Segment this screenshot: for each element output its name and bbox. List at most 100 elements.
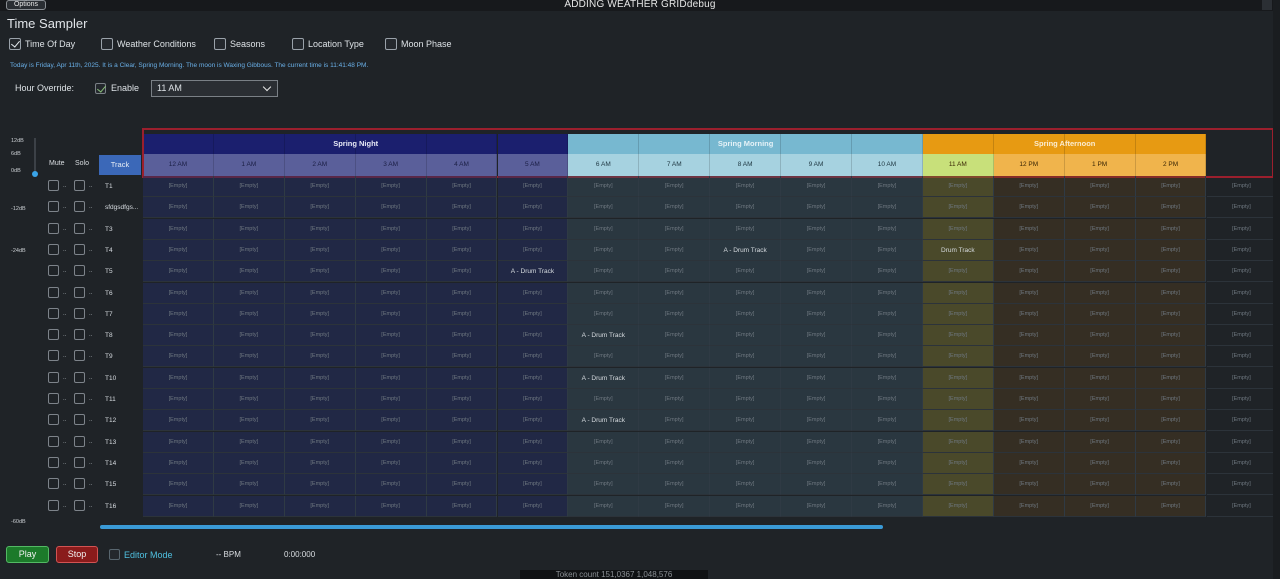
- empty-cell[interactable]: [Empty]: [497, 474, 569, 496]
- empty-cell[interactable]: [Empty]: [143, 389, 214, 410]
- empty-cell[interactable]: [Empty]: [426, 176, 498, 197]
- empty-cell[interactable]: [Empty]: [1206, 282, 1278, 304]
- empty-cell[interactable]: [Empty]: [284, 452, 356, 474]
- mute-checkbox[interactable]: [48, 350, 59, 362]
- mute-ellipsis[interactable]: ..: [63, 460, 66, 466]
- empty-cell[interactable]: [Empty]: [710, 389, 782, 410]
- empty-cell[interactable]: [Empty]: [993, 346, 1065, 368]
- empty-cell[interactable]: [Empty]: [781, 261, 852, 283]
- empty-cell[interactable]: [Empty]: [1135, 303, 1207, 325]
- solo-ellipsis[interactable]: ..: [89, 375, 92, 381]
- mute-ellipsis[interactable]: ..: [63, 226, 66, 232]
- empty-cell[interactable]: [Empty]: [639, 239, 711, 261]
- empty-cell[interactable]: [Empty]: [284, 495, 356, 517]
- empty-cell[interactable]: [Empty]: [1135, 431, 1207, 453]
- empty-cell[interactable]: [Empty]: [143, 495, 214, 517]
- empty-cell[interactable]: [Empty]: [355, 218, 427, 240]
- horizontal-scrollbar[interactable]: [100, 525, 883, 529]
- empty-cell[interactable]: [Empty]: [639, 261, 711, 283]
- empty-cell[interactable]: [Empty]: [497, 495, 569, 517]
- empty-cell[interactable]: [Empty]: [213, 367, 285, 389]
- empty-cell[interactable]: [Empty]: [568, 282, 640, 304]
- empty-cell[interactable]: [Empty]: [710, 431, 782, 453]
- empty-cell[interactable]: [Empty]: [213, 325, 285, 347]
- empty-cell[interactable]: [Empty]: [852, 197, 923, 219]
- empty-cell[interactable]: [Empty]: [497, 282, 569, 304]
- solo-checkbox[interactable]: [74, 350, 85, 362]
- empty-cell[interactable]: [Empty]: [781, 197, 852, 219]
- empty-cell[interactable]: [Empty]: [710, 197, 782, 219]
- track-name[interactable]: T4: [105, 247, 113, 254]
- empty-cell[interactable]: [Empty]: [568, 431, 640, 453]
- mute-ellipsis[interactable]: ..: [63, 353, 66, 359]
- empty-cell[interactable]: [Empty]: [497, 303, 569, 325]
- empty-cell[interactable]: [Empty]: [568, 495, 640, 517]
- mute-ellipsis[interactable]: ..: [63, 439, 66, 445]
- filter-moon-phase[interactable]: Moon Phase: [385, 38, 452, 50]
- empty-cell[interactable]: [Empty]: [1064, 389, 1136, 410]
- empty-cell[interactable]: [Empty]: [213, 197, 285, 219]
- mute-ellipsis[interactable]: ..: [63, 417, 66, 423]
- solo-checkbox[interactable]: [74, 393, 85, 404]
- empty-cell[interactable]: [Empty]: [497, 239, 569, 261]
- empty-cell[interactable]: [Empty]: [922, 452, 994, 474]
- empty-cell[interactable]: [Empty]: [781, 452, 852, 474]
- empty-cell[interactable]: [Empty]: [1064, 218, 1136, 240]
- empty-cell[interactable]: [Empty]: [710, 474, 782, 496]
- empty-cell[interactable]: [Empty]: [355, 367, 427, 389]
- sample-cell[interactable]: A - Drum Track: [497, 261, 569, 283]
- enable-checkbox[interactable]: [95, 82, 106, 94]
- empty-cell[interactable]: [Empty]: [781, 303, 852, 325]
- empty-cell[interactable]: [Empty]: [639, 176, 711, 197]
- solo-ellipsis[interactable]: ..: [89, 503, 92, 509]
- solo-ellipsis[interactable]: ..: [89, 290, 92, 296]
- track-name[interactable]: sfdgsdfgs...: [105, 204, 138, 211]
- stop-button[interactable]: Stop: [56, 546, 98, 563]
- checkbox-icon[interactable]: [101, 38, 113, 50]
- empty-cell[interactable]: [Empty]: [922, 367, 994, 389]
- checkbox-icon[interactable]: [292, 38, 304, 50]
- mute-ellipsis[interactable]: ..: [63, 332, 66, 338]
- solo-ellipsis[interactable]: ..: [89, 396, 92, 402]
- empty-cell[interactable]: [Empty]: [639, 431, 711, 453]
- empty-cell[interactable]: [Empty]: [1064, 176, 1136, 197]
- empty-cell[interactable]: [Empty]: [213, 261, 285, 283]
- empty-cell[interactable]: [Empty]: [1206, 261, 1278, 283]
- solo-checkbox[interactable]: [74, 499, 85, 511]
- empty-cell[interactable]: [Empty]: [355, 431, 427, 453]
- empty-cell[interactable]: [Empty]: [781, 367, 852, 389]
- empty-cell[interactable]: [Empty]: [639, 367, 711, 389]
- solo-checkbox[interactable]: [74, 329, 85, 341]
- empty-cell[interactable]: [Empty]: [1135, 197, 1207, 219]
- empty-cell[interactable]: [Empty]: [284, 431, 356, 453]
- empty-cell[interactable]: [Empty]: [143, 325, 214, 347]
- mute-ellipsis[interactable]: ..: [63, 311, 66, 317]
- empty-cell[interactable]: [Empty]: [355, 495, 427, 517]
- solo-ellipsis[interactable]: ..: [89, 460, 92, 466]
- solo-checkbox[interactable]: [74, 180, 85, 191]
- filter-seasons[interactable]: Seasons: [214, 38, 265, 50]
- empty-cell[interactable]: [Empty]: [639, 452, 711, 474]
- track-name[interactable]: T16: [105, 503, 116, 510]
- empty-cell[interactable]: [Empty]: [1206, 197, 1278, 219]
- empty-cell[interactable]: [Empty]: [993, 474, 1065, 496]
- empty-cell[interactable]: [Empty]: [568, 218, 640, 240]
- mute-ellipsis[interactable]: ..: [63, 481, 66, 487]
- solo-checkbox[interactable]: [74, 243, 85, 255]
- mute-checkbox[interactable]: [48, 456, 59, 468]
- track-name[interactable]: T11: [105, 396, 116, 403]
- empty-cell[interactable]: [Empty]: [284, 389, 356, 410]
- empty-cell[interactable]: [Empty]: [639, 495, 711, 517]
- empty-cell[interactable]: [Empty]: [852, 495, 923, 517]
- empty-cell[interactable]: [Empty]: [1064, 239, 1136, 261]
- empty-cell[interactable]: [Empty]: [1064, 325, 1136, 347]
- empty-cell[interactable]: [Empty]: [852, 303, 923, 325]
- empty-cell[interactable]: [Empty]: [143, 410, 214, 432]
- empty-cell[interactable]: [Empty]: [1135, 176, 1207, 197]
- solo-checkbox[interactable]: [74, 478, 85, 490]
- empty-cell[interactable]: [Empty]: [213, 389, 285, 410]
- solo-ellipsis[interactable]: ..: [89, 268, 92, 274]
- empty-cell[interactable]: [Empty]: [1064, 261, 1136, 283]
- empty-cell[interactable]: [Empty]: [852, 389, 923, 410]
- empty-cell[interactable]: [Empty]: [355, 282, 427, 304]
